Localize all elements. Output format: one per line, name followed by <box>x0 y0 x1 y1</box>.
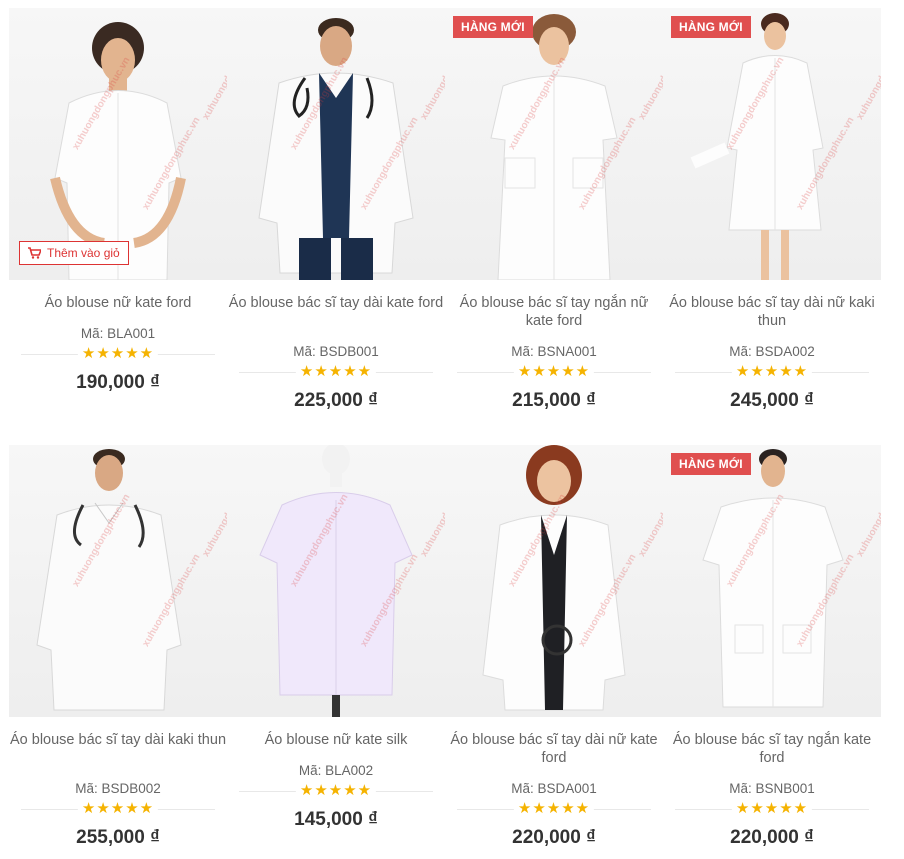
rating: ★★★★★ <box>445 801 663 817</box>
product-grid: xuhuongdongphuc.vn xuhuongdongphuc.vn xuhu… <box>0 0 904 859</box>
rating: ★★★★★ <box>663 364 881 380</box>
product-price: 255,000 ₫ <box>76 827 160 848</box>
product-image[interactable]: xuhuongdongphuc.vn xuhuongdongphuc.vn xuhu… <box>445 445 663 717</box>
product-name[interactable]: Áo blouse bác sĩ tay dài nữ kate ford <box>445 731 663 767</box>
rating-stars: ★★★★★ <box>295 783 377 799</box>
add-to-cart-label: Thêm vào giỏ <box>47 246 120 260</box>
product-name[interactable]: Áo blouse bác sĩ tay dài kaki thun <box>9 731 227 749</box>
product-price: 190,000 ₫ <box>76 372 160 393</box>
product-code: Mã: BSDA001 <box>511 781 597 796</box>
rating-stars: ★★★★★ <box>731 364 813 380</box>
product-code: Mã: BLA002 <box>298 763 374 778</box>
cart-icon <box>28 247 41 259</box>
product-name[interactable]: Áo blouse nữ kate ford <box>9 294 227 312</box>
product-image[interactable]: xuhuongdongphuc.vn xuhuongdongphuc.vn xuhu… <box>9 445 227 717</box>
product-code: Mã: BSDB002 <box>75 781 161 796</box>
product-image[interactable]: xuhuongdongphuc.vn xuhuongdongphuc.vn xuhu… <box>445 8 663 280</box>
rating-stars: ★★★★★ <box>731 801 813 817</box>
product-price: 215,000 ₫ <box>512 390 596 411</box>
product-code: Mã: BSNB001 <box>729 781 815 796</box>
product-image[interactable]: xuhuongdongphuc.vn xuhuongdongphuc.vn xuhu… <box>227 8 445 280</box>
product-name[interactable]: Áo blouse bác sĩ tay ngắn nữ kate ford <box>445 294 663 330</box>
rating: ★★★★★ <box>9 346 227 362</box>
product-image[interactable]: xuhuongdongphuc.vn xuhuongdongphuc.vn xuhu… <box>227 445 445 717</box>
rating-stars: ★★★★★ <box>77 801 159 817</box>
product-code: Mã: BSDA002 <box>729 344 815 359</box>
product-price: 245,000 ₫ <box>730 390 814 411</box>
product-name[interactable]: Áo blouse nữ kate silk <box>227 731 445 749</box>
rating: ★★★★★ <box>663 801 881 817</box>
add-to-cart-button[interactable]: Thêm vào giỏ <box>19 241 129 265</box>
product-price: 225,000 ₫ <box>294 390 378 411</box>
product-name[interactable]: Áo blouse bác sĩ tay dài kate ford <box>227 294 445 312</box>
new-badge: HÀNG MỚI <box>453 16 533 38</box>
rating: ★★★★★ <box>227 783 445 799</box>
rating: ★★★★★ <box>9 801 227 817</box>
product-price: 145,000 ₫ <box>294 809 378 830</box>
product-image[interactable]: xuhuongdongphuc.vn xuhuongdongphuc.vn xuhu… <box>663 445 881 717</box>
product-code: Mã: BSNA001 <box>511 344 597 359</box>
product-code: Mã: BSDB001 <box>293 344 379 359</box>
product-price: 220,000 ₫ <box>512 827 596 848</box>
product-name[interactable]: Áo blouse bác sĩ tay dài nữ kaki thun <box>663 294 881 330</box>
product-image[interactable]: xuhuongdongphuc.vn xuhuongdongphuc.vn xuhu… <box>663 8 881 280</box>
rating-stars: ★★★★★ <box>77 346 159 362</box>
rating-stars: ★★★★★ <box>513 364 595 380</box>
rating-stars: ★★★★★ <box>295 364 377 380</box>
product-price: 220,000 ₫ <box>730 827 814 848</box>
rating: ★★★★★ <box>445 364 663 380</box>
product-image[interactable]: xuhuongdongphuc.vn xuhuongdongphuc.vn xuhu… <box>9 8 227 280</box>
product-name[interactable]: Áo blouse bác sĩ tay ngắn kate ford <box>663 731 881 767</box>
product-code: Mã: BLA001 <box>80 326 156 341</box>
new-badge: HÀNG MỚI <box>671 16 751 38</box>
rating: ★★★★★ <box>227 364 445 380</box>
new-badge: HÀNG MỚI <box>671 453 751 475</box>
rating-stars: ★★★★★ <box>513 801 595 817</box>
